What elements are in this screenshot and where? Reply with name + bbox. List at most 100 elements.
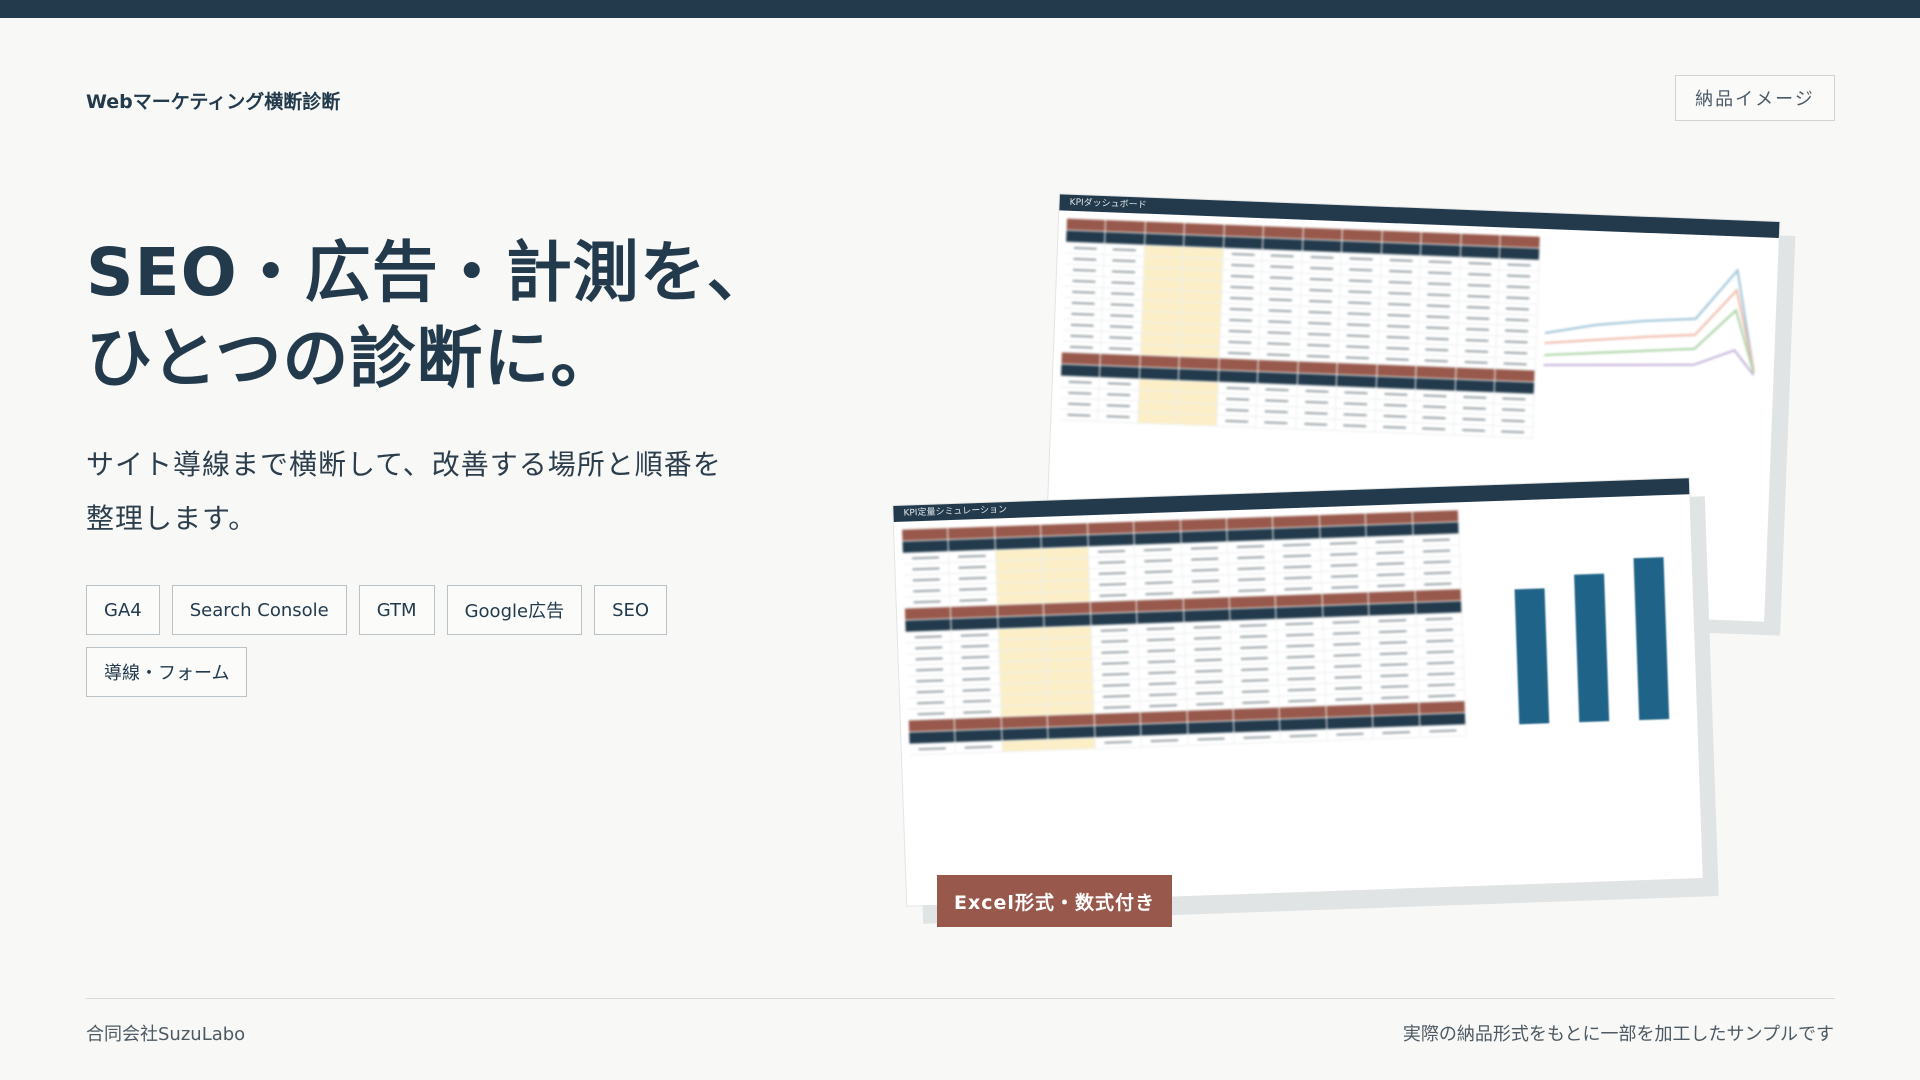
sheet-cell: [1181, 542, 1229, 554]
sheet-cell: [907, 696, 955, 709]
sheet-cell: [1413, 545, 1461, 557]
sheet-cell: [954, 706, 1002, 718]
sheet-cell: [1337, 363, 1378, 376]
sheet-cell: [1047, 703, 1095, 715]
sheet-cell: [1495, 369, 1536, 382]
sheet-cell: [1280, 730, 1328, 742]
sheet-cell: [1230, 630, 1278, 643]
sheet-cell: [1229, 584, 1276, 597]
sheet-cell: [904, 585, 951, 597]
sheet-cell: [1064, 286, 1104, 299]
sheet-cell: [1228, 562, 1276, 575]
sheet-cell: [1325, 682, 1373, 695]
sheet-cell: [1046, 670, 1094, 682]
sheet-cell: [1143, 267, 1184, 280]
sheet-cell: [1273, 527, 1321, 540]
sheet-cell: [1324, 649, 1372, 662]
sheet-cell: [1184, 621, 1231, 633]
sheet-cell: [1322, 581, 1369, 594]
sheet-cell: [1415, 601, 1463, 614]
sheet-cell: [955, 729, 1003, 742]
sheet-cell: [1043, 580, 1091, 592]
sheet-cell: [906, 664, 954, 676]
sheet-cell: [1222, 270, 1263, 283]
sheet-cell: [1106, 220, 1146, 233]
sheet-cell: [1048, 726, 1096, 739]
lead-text: サイト導線まで横断して、改善する場所と順番を整理します。: [86, 448, 722, 535]
sheet-cell: [1414, 423, 1455, 435]
sheet-cell: [1088, 545, 1136, 558]
sheet-cell: [1145, 233, 1185, 247]
sheet-cell: [1256, 417, 1297, 429]
sheet-cell: [1041, 535, 1089, 548]
sheet-cell: [1180, 518, 1228, 531]
sheet-cell: [1500, 235, 1541, 248]
sheet-cell: [1379, 287, 1420, 300]
sheet-cell: [1460, 233, 1501, 247]
sheet-cell: [1002, 739, 1050, 752]
sheet-cell: [1047, 692, 1094, 704]
sheet-cell: [1340, 275, 1381, 287]
sheet-cell: [1139, 390, 1179, 403]
sheet-cell: [1231, 663, 1279, 676]
sheet-cell: [1277, 640, 1325, 652]
sheet-cell: [1140, 710, 1188, 724]
sheet-cell: [1456, 356, 1497, 369]
sheet-cell: [1060, 387, 1100, 400]
sheet-cell: [1178, 392, 1219, 404]
sheet-cell: [949, 550, 997, 563]
sheet-cell: [906, 653, 954, 665]
back-line-chart: [1543, 268, 1755, 376]
sheet-cell: [1134, 531, 1182, 545]
sheet-cell: [1140, 344, 1181, 357]
sheet-cell: [950, 572, 997, 585]
sheet-cell: [1366, 535, 1414, 548]
tag-gtm: GTM: [358, 585, 435, 635]
sheet-cell: [1136, 587, 1184, 600]
sheet-cell: [1220, 325, 1261, 338]
sheet-cell: [1230, 607, 1277, 621]
sheet-cell: [1368, 579, 1416, 592]
sheet-cell: [1087, 521, 1135, 535]
sheet-cell: [1263, 226, 1304, 239]
sheet-cell: [1226, 516, 1274, 530]
sheet-cell: [1370, 636, 1418, 649]
sheet-cell: [1418, 679, 1466, 691]
sheet-cell: [1089, 578, 1137, 591]
bar-mark: [1514, 588, 1550, 725]
sheet-cell: [1278, 673, 1326, 685]
sheet-cell: [1134, 519, 1181, 533]
sheet-cell: [1227, 528, 1275, 542]
sheet-cell: [1139, 688, 1187, 701]
sheet-cell: [1181, 324, 1221, 336]
sheet-cell: [1066, 218, 1107, 232]
sheet-cell: [1494, 381, 1535, 394]
sheet-cell: [1298, 361, 1338, 375]
sheet-cell: [1419, 289, 1460, 301]
sheet-cell: [1105, 232, 1146, 245]
sheet-cell: [1342, 241, 1383, 254]
sheet-cell: [1340, 286, 1381, 298]
top-accent-bar: [0, 0, 1920, 18]
sheet-cell: [1366, 511, 1413, 525]
sheet-cell: [1302, 239, 1343, 253]
sheet-cell: [1139, 379, 1180, 392]
sheet-cell: [1498, 281, 1539, 293]
sheet-cell: [1416, 624, 1464, 636]
sheet-cell: [1228, 551, 1275, 564]
sheet-cell: [1184, 235, 1225, 248]
sheet-cell: [1371, 669, 1419, 682]
sheet-cell: [1337, 352, 1378, 364]
sheet-cell: [1231, 652, 1279, 665]
sheet-cell: [1274, 539, 1321, 551]
sheet-cell: [1063, 297, 1104, 310]
sheet-cell: [1372, 702, 1420, 716]
sheet-cell: [1221, 303, 1262, 316]
tag-list: GA4 Search Console GTM Google広告 SEO 導線・フ…: [86, 585, 686, 697]
sheet-cell: [1143, 278, 1184, 291]
sheet-cell: [1140, 355, 1181, 369]
sheet-cell: [1369, 614, 1417, 627]
sheet-cell: [1092, 668, 1140, 681]
sheet-cell: [1261, 294, 1302, 306]
sheet-cell: [952, 640, 1000, 653]
